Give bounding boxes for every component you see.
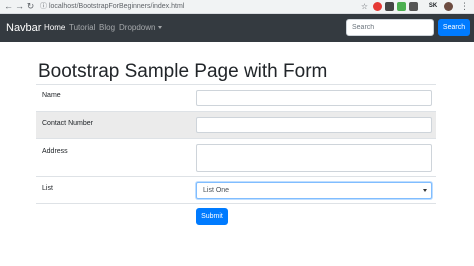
avatar[interactable] [444,2,453,11]
search-input[interactable] [346,19,434,36]
page-title: Bootstrap Sample Page with Form [38,61,328,82]
nav-tutorial[interactable]: Tutorial [69,22,95,34]
nav-blog[interactable]: Blog [99,22,115,34]
form-row-contact: Contact Number [36,111,436,138]
address-label: Address [42,148,68,155]
menu-icon[interactable]: ⋮ [459,1,470,12]
star-icon[interactable]: ☆ [360,2,369,11]
nav-dropdown[interactable]: Dropdown [119,22,163,34]
list-label: List [42,185,53,192]
form-row-name: Name [36,84,436,111]
address-url: localhost/BootstrapForBeginners/index.ht… [48,3,185,10]
extension-gray-icon[interactable] [409,2,418,11]
search-button[interactable]: Search [438,19,470,36]
reload-icon[interactable]: ↻ [25,1,36,12]
info-icon: ⓘ [40,3,47,10]
form-row-list: List List One [36,176,436,203]
list-selected-value: List One [203,187,230,194]
nav-home[interactable]: Home [44,22,65,34]
extension-sk-icon[interactable]: SK [427,2,439,11]
form-row-address: Address [36,138,436,176]
name-label: Name [42,92,61,99]
caret-down-icon [158,26,163,29]
contact-label: Contact Number [42,120,93,127]
browser-toolbar: ← → ↻ ⓘ localhost/BootstrapForBeginners/… [0,0,474,14]
navbar-brand[interactable]: Navbar [6,20,41,36]
form-divider [36,203,436,204]
name-field[interactable] [196,90,432,106]
forward-icon[interactable]: → [14,1,25,12]
list-select[interactable]: List One [196,182,432,199]
address-bar[interactable]: ⓘ localhost/BootstrapForBeginners/index.… [40,1,184,12]
contact-number-field[interactable] [196,117,432,133]
chevron-down-icon [423,189,427,192]
nav-dropdown-label: Dropdown [119,23,156,32]
back-icon[interactable]: ← [3,1,14,12]
extension-green-icon[interactable] [397,2,406,11]
extension-red-icon[interactable] [373,2,382,11]
address-field[interactable] [196,144,432,172]
extension-dark-icon[interactable] [385,2,394,11]
submit-button[interactable]: Submit [196,208,228,225]
